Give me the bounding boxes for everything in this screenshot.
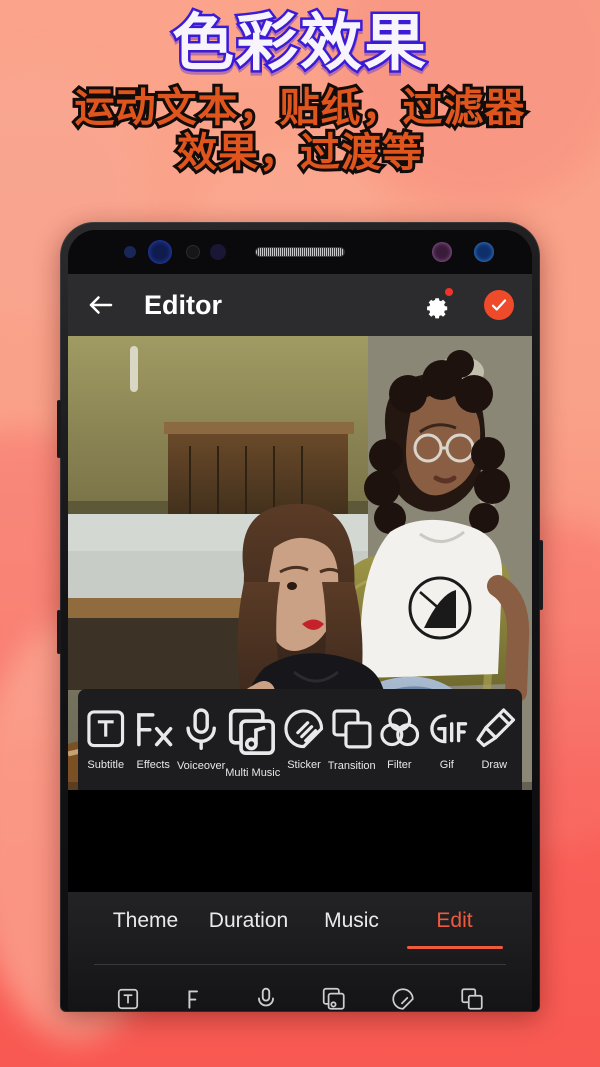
earpiece-speaker-icon bbox=[255, 247, 345, 257]
volume-down-button[interactable] bbox=[57, 610, 61, 654]
promo-text-block: 色彩效果 运动文本，贴纸，过滤器 效果，过渡等 bbox=[0, 0, 600, 179]
gif-icon bbox=[430, 714, 468, 744]
effects-icon bbox=[137, 713, 173, 747]
filter-icon bbox=[379, 708, 419, 747]
promo-subtitle: 运动文本，贴纸，过滤器 效果，过渡等 bbox=[0, 83, 600, 179]
iris-sensor-icon bbox=[210, 244, 226, 260]
tool-label: Sticker bbox=[287, 759, 321, 772]
tool-label: Subtitle bbox=[87, 759, 125, 772]
tool-label: Multi Music bbox=[225, 767, 281, 779]
video-preview[interactable]: Subtitle Effects Voiceover Multi Music S… bbox=[68, 336, 532, 790]
settings-button[interactable] bbox=[420, 288, 453, 321]
phone-screen: Editor Subtitle Effects Voiceover Multi … bbox=[68, 230, 532, 1012]
draw-icon bbox=[475, 708, 515, 748]
tool-subtitle[interactable]: Subtitle bbox=[82, 705, 129, 771]
tool-label: Voiceover bbox=[176, 760, 226, 773]
tab-label: Duration bbox=[208, 909, 289, 932]
front-camera-icon bbox=[148, 240, 172, 264]
tab-label: Music bbox=[324, 909, 379, 932]
promo-subtitle-line-1: 运动文本，贴纸，过滤器 bbox=[72, 83, 528, 134]
transition-icon[interactable] bbox=[459, 986, 485, 1012]
tool-label: Filter bbox=[387, 759, 412, 772]
tab-music[interactable]: Music bbox=[300, 909, 403, 933]
microphone-icon bbox=[186, 708, 216, 750]
back-arrow-icon[interactable] bbox=[86, 290, 116, 320]
confirm-button[interactable] bbox=[484, 290, 514, 320]
tool-draw[interactable]: Draw bbox=[471, 705, 518, 771]
subtitle-icon bbox=[87, 710, 125, 748]
multi-music-icon bbox=[229, 708, 276, 755]
tool-transition[interactable]: Transition bbox=[328, 705, 376, 772]
check-icon bbox=[491, 299, 507, 311]
transition-icon bbox=[332, 709, 372, 749]
tab-duration[interactable]: Duration bbox=[197, 909, 300, 933]
tool-multi-music[interactable]: Multi Music bbox=[225, 705, 280, 779]
sticker-icon bbox=[284, 709, 324, 749]
page-title: Editor bbox=[144, 289, 222, 320]
tool-gif[interactable]: Gif bbox=[423, 705, 470, 771]
settings-badge-dot bbox=[445, 288, 453, 296]
tool-label: Draw bbox=[481, 759, 508, 772]
multi-music-icon[interactable] bbox=[321, 986, 347, 1012]
app-header: Editor bbox=[68, 274, 532, 336]
tab-divider bbox=[94, 964, 506, 965]
phone-top-bezel bbox=[68, 230, 532, 274]
tab-theme[interactable]: Theme bbox=[94, 909, 197, 933]
tab-edit[interactable]: Edit bbox=[403, 909, 506, 949]
edit-toolbar: Subtitle Effects Voiceover Multi Music S… bbox=[78, 688, 522, 790]
tool-label: Effects bbox=[136, 759, 170, 772]
light-sensor-icon bbox=[432, 242, 452, 262]
power-button[interactable] bbox=[539, 540, 543, 610]
phone-mockup: Editor Subtitle Effects Voiceover Multi … bbox=[60, 222, 540, 1012]
tab-label: Theme bbox=[112, 909, 179, 932]
proximity-sensor-icon bbox=[186, 245, 200, 259]
subtitle-icon[interactable] bbox=[115, 986, 141, 1012]
tool-effects[interactable]: Effects bbox=[129, 705, 176, 771]
volume-up-button[interactable] bbox=[57, 400, 61, 458]
tool-label: Transition bbox=[327, 759, 376, 772]
bottom-tab-bar: Theme Duration Music Edit bbox=[68, 892, 532, 1012]
sticker-icon[interactable] bbox=[390, 986, 416, 1012]
tab-active-indicator bbox=[406, 946, 503, 949]
secondary-camera-icon bbox=[474, 242, 494, 262]
promo-subtitle-line-2: 效果，过渡等 bbox=[174, 128, 425, 179]
promo-title: 色彩效果 bbox=[169, 6, 428, 79]
tab-list: Theme Duration Music Edit bbox=[68, 892, 532, 950]
secondary-toolbar-row bbox=[68, 972, 532, 1012]
tab-label: Edit bbox=[436, 909, 473, 932]
microphone-icon[interactable] bbox=[253, 986, 279, 1012]
tool-label: Gif bbox=[439, 759, 454, 772]
tool-voiceover[interactable]: Voiceover bbox=[177, 705, 225, 772]
sensor-icon bbox=[124, 246, 136, 258]
effects-icon[interactable] bbox=[184, 986, 210, 1012]
tool-sticker[interactable]: Sticker bbox=[280, 705, 327, 771]
tool-filter[interactable]: Filter bbox=[376, 705, 423, 771]
